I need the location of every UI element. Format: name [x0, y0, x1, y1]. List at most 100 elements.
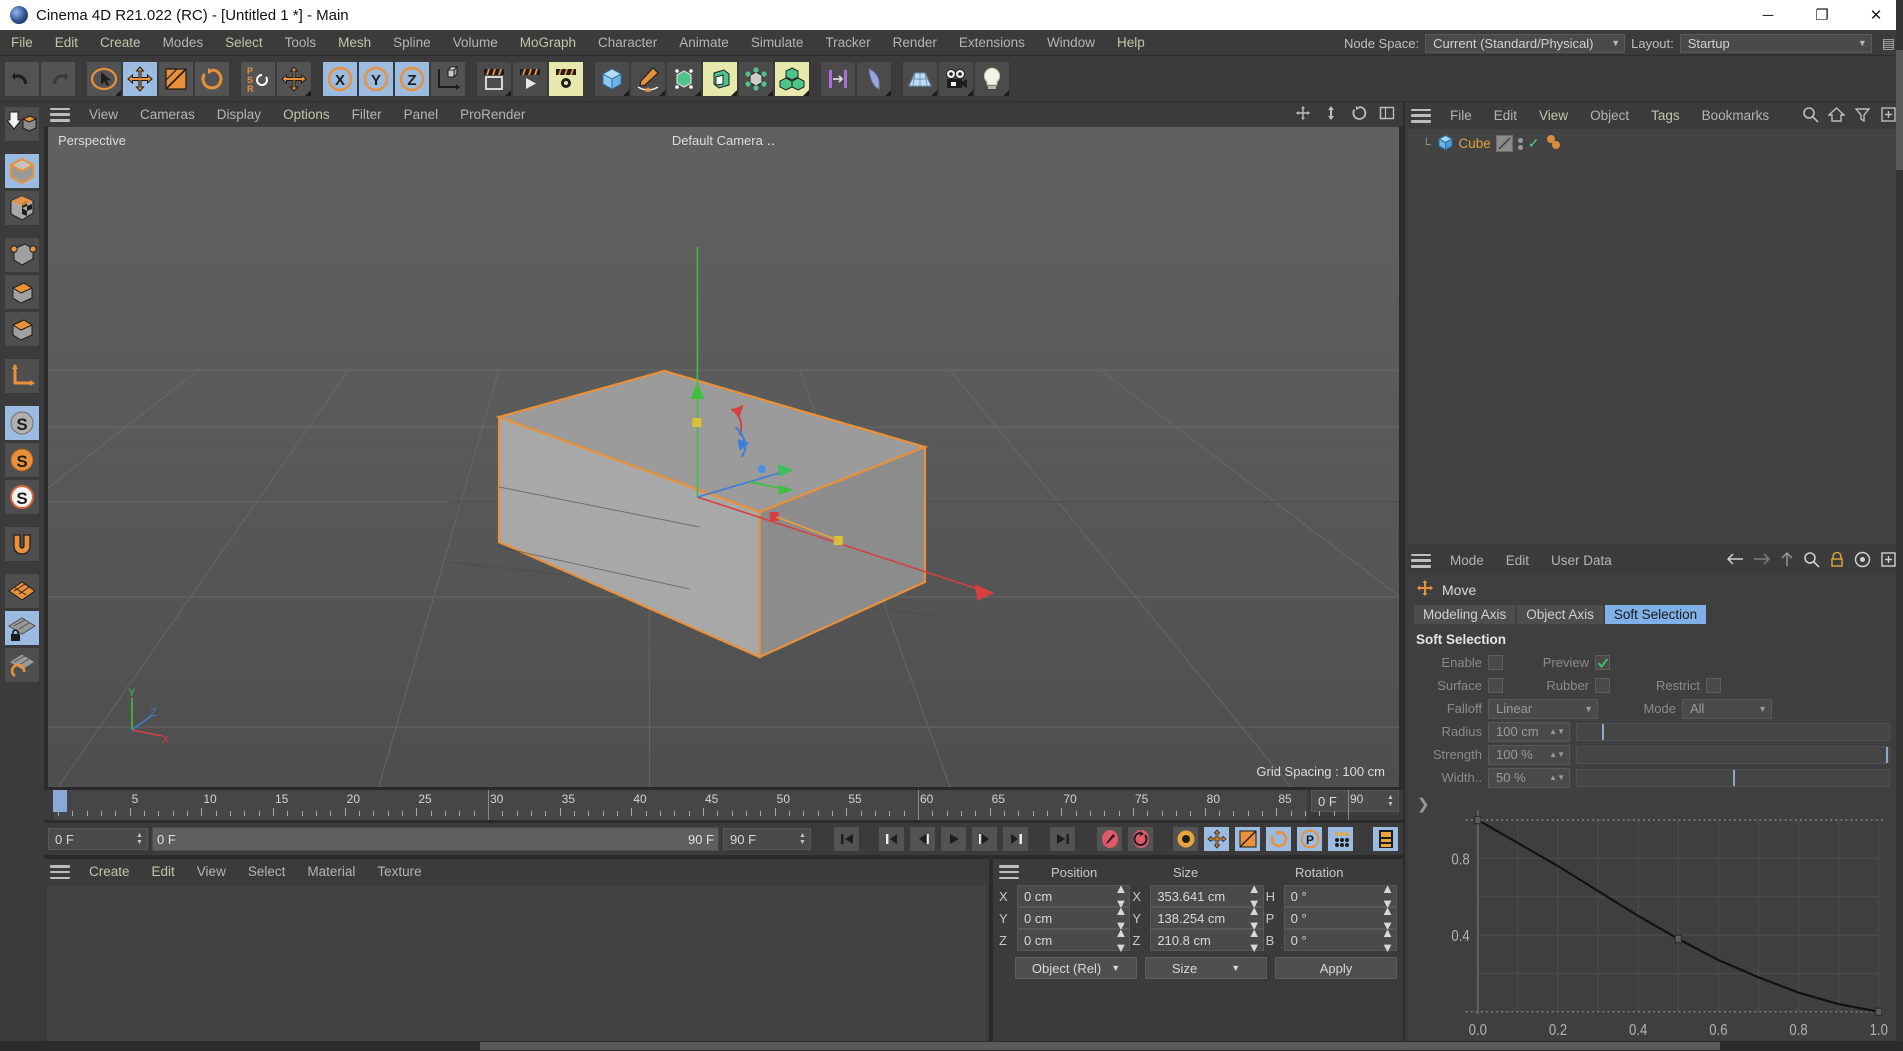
search-icon[interactable]: [1802, 106, 1819, 126]
minimize-button[interactable]: ─: [1741, 0, 1795, 30]
rot-b-field[interactable]: 0 ° ▲ ▼: [1283, 925, 1397, 955]
rotate-view-icon[interactable]: [1351, 105, 1367, 124]
object-row-cube[interactable]: └ Cube ✓: [1408, 133, 1900, 154]
stepper-icon[interactable]: ▲▼: [1385, 794, 1396, 808]
strength-slider[interactable]: [1576, 745, 1890, 764]
viewport-menu-cameras[interactable]: Cameras: [129, 102, 206, 128]
menu-item-tracker[interactable]: Tracker: [814, 30, 881, 56]
size-z-field[interactable]: 210.8 cm ▲ ▼: [1150, 925, 1264, 955]
surface-checkbox[interactable]: [1488, 678, 1503, 693]
point-level-animation-button[interactable]: [1327, 826, 1354, 852]
timeline-range-bar[interactable]: 0 F 90 F: [152, 827, 719, 851]
key-position-button[interactable]: [1203, 826, 1230, 852]
axis-move-button[interactable]: [276, 60, 312, 97]
render-to-picture-viewer-button[interactable]: [512, 60, 548, 97]
timeline-filmstrip-button[interactable]: [1372, 826, 1399, 852]
texture-mode-button[interactable]: [4, 190, 40, 226]
zoom-view-icon[interactable]: [1323, 105, 1339, 124]
scrollbar-thumb[interactable]: [480, 1042, 1720, 1050]
pos-x-field[interactable]: 0 cm ▲ ▼: [1017, 881, 1131, 911]
menu-item-spline[interactable]: Spline: [382, 30, 442, 56]
object-menu-icon[interactable]: [1411, 108, 1431, 123]
model-mode-button[interactable]: [4, 153, 40, 189]
scale-tool-button[interactable]: [158, 60, 194, 97]
enable-checkbox[interactable]: [1488, 655, 1503, 670]
falloff-curve-graph[interactable]: ❯ 0.4 0.8 0.0 0.2 0.4 0.6 0.8 1.0: [1411, 793, 1897, 1045]
stepper-icon[interactable]: ▲▼: [1549, 773, 1565, 782]
add-cube-button[interactable]: [594, 60, 630, 97]
coordinate-mode-select[interactable]: Object (Rel) ▼: [1015, 957, 1137, 979]
object-tree[interactable]: └ Cube ✓: [1408, 129, 1900, 544]
viewport-menu-filter[interactable]: Filter: [341, 102, 393, 128]
camera-dot-icon[interactable]: ․․: [766, 133, 775, 148]
lock-workplane-button[interactable]: [4, 610, 40, 646]
record-active-objects-button[interactable]: [1096, 826, 1123, 852]
material-menu-create[interactable]: Create: [78, 859, 141, 885]
object-menu-object[interactable]: Object: [1579, 103, 1640, 129]
viewport-menu-display[interactable]: Display: [206, 102, 272, 128]
menu-item-create[interactable]: Create: [89, 30, 152, 56]
enable-snapping-button[interactable]: S: [4, 405, 40, 441]
viewport-menu-icon[interactable]: [50, 107, 70, 122]
menu-item-edit[interactable]: Edit: [44, 30, 89, 56]
menu-item-character[interactable]: Character: [587, 30, 668, 56]
object-visibility-dots[interactable]: [1517, 137, 1523, 150]
timeline-track[interactable]: 051015202530354045505560657075808590: [54, 790, 1363, 820]
viewport-menu-options[interactable]: Options: [272, 102, 341, 128]
timeline-ruler[interactable]: 051015202530354045505560657075808590 0 F…: [44, 790, 1403, 820]
menu-item-select[interactable]: Select: [214, 30, 274, 56]
floor-button[interactable]: [902, 60, 938, 97]
tab-soft-selection[interactable]: Soft Selection: [1604, 605, 1707, 624]
add-panel-icon[interactable]: [1880, 551, 1897, 571]
render-view-button[interactable]: [476, 60, 512, 97]
array-button[interactable]: [820, 60, 856, 97]
object-enabled-check-icon[interactable]: ✓: [1528, 135, 1540, 152]
next-frame-button[interactable]: [971, 826, 998, 852]
make-editable-button[interactable]: [4, 106, 40, 142]
width-field[interactable]: 50 % ▲▼: [1488, 767, 1570, 788]
attribute-menu-edit[interactable]: Edit: [1495, 548, 1540, 574]
object-menu-edit[interactable]: Edit: [1483, 103, 1528, 129]
attribute-menu-mode[interactable]: Mode: [1439, 548, 1495, 574]
restrict-checkbox[interactable]: [1706, 678, 1721, 693]
size-mode-select[interactable]: Size ▼: [1145, 957, 1267, 979]
points-mode-button[interactable]: [4, 237, 40, 273]
maximize-view-icon[interactable]: [1379, 105, 1395, 124]
material-menu-texture[interactable]: Texture: [366, 859, 432, 885]
strength-field[interactable]: 100 % ▲▼: [1488, 744, 1570, 765]
light-button[interactable]: [974, 60, 1010, 97]
pos-y-field[interactable]: 0 cm ▲ ▼: [1017, 903, 1131, 933]
close-button[interactable]: ✕: [1849, 0, 1903, 30]
z-axis-lock-button[interactable]: Z: [394, 60, 430, 97]
viewport-menu-panel[interactable]: Panel: [393, 102, 450, 128]
maximize-button[interactable]: ❐: [1795, 0, 1849, 30]
axis-modification-button[interactable]: [4, 358, 40, 394]
key-scale-button[interactable]: [1234, 826, 1261, 852]
workplane-button[interactable]: [4, 573, 40, 609]
tab-object-axis[interactable]: Object Axis: [1517, 605, 1603, 624]
end-frame-field[interactable]: 90 F ▲ ▼: [723, 828, 811, 850]
menu-item-volume[interactable]: Volume: [442, 30, 509, 56]
key-parameter-button[interactable]: P: [1296, 826, 1323, 852]
coordinate-menu-icon[interactable]: [999, 865, 1019, 879]
cloner-button[interactable]: [774, 60, 810, 97]
play-button[interactable]: [940, 826, 967, 852]
go-to-start-button[interactable]: [833, 826, 860, 852]
up-arrow-icon[interactable]: [1780, 551, 1794, 570]
go-to-end-button[interactable]: [1049, 826, 1076, 852]
world-object-axis-button[interactable]: [430, 60, 466, 97]
object-menu-tags[interactable]: Tags: [1640, 103, 1691, 129]
stepper-icon[interactable]: ▲▼: [1549, 750, 1565, 759]
material-menu-icon[interactable]: [50, 865, 70, 879]
stepper-icon[interactable]: ▲▼: [134, 832, 145, 846]
quantize-button[interactable]: S: [4, 479, 40, 515]
undo-button[interactable]: [4, 60, 40, 97]
key-rotation-button[interactable]: [1265, 826, 1292, 852]
menu-item-tools[interactable]: Tools: [274, 30, 328, 56]
object-menu-view[interactable]: View: [1528, 103, 1579, 129]
autokeying-button[interactable]: [1127, 826, 1154, 852]
menu-item-animate[interactable]: Animate: [668, 30, 740, 56]
object-display-tag[interactable]: [1495, 135, 1513, 152]
edges-mode-button[interactable]: [4, 274, 40, 310]
polygons-mode-button[interactable]: [4, 311, 40, 347]
